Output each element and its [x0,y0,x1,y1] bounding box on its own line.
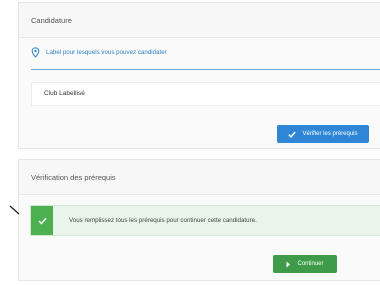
verification-panel-title: Vérification des prérequis [19,160,380,195]
continue-button[interactable]: Continuer [273,255,337,273]
success-alert: Vous remplissez tous les prérequis pour … [30,205,380,236]
label-option-club[interactable]: Club Labellisé [31,82,380,106]
chevron-right-icon [286,261,291,267]
continue-button-label: Continuer [297,261,324,267]
annotation-mark [9,205,20,215]
verify-button-label: Vérifier les prérequis [302,131,358,137]
checkmark-icon [37,217,47,225]
label-underline [31,69,380,70]
label-field-header: Label pour lesquels vous pouvez candidat… [31,47,167,58]
page: Candidature Label pour lesquels vous pou… [0,0,380,285]
success-alert-message: Vous remplissez tous les prérequis pour … [69,217,257,224]
candidature-panel-title: Candidature [19,3,380,38]
checkmark-icon [288,131,297,138]
alert-check-box [31,206,53,235]
verify-prerequisites-button[interactable]: Vérifier les prérequis [277,125,369,143]
label-field-text: Label pour lesquels vous pouvez candidat… [46,49,167,56]
candidature-panel: Candidature Label pour lesquels vous pou… [18,2,380,149]
map-pin-icon [31,47,40,58]
